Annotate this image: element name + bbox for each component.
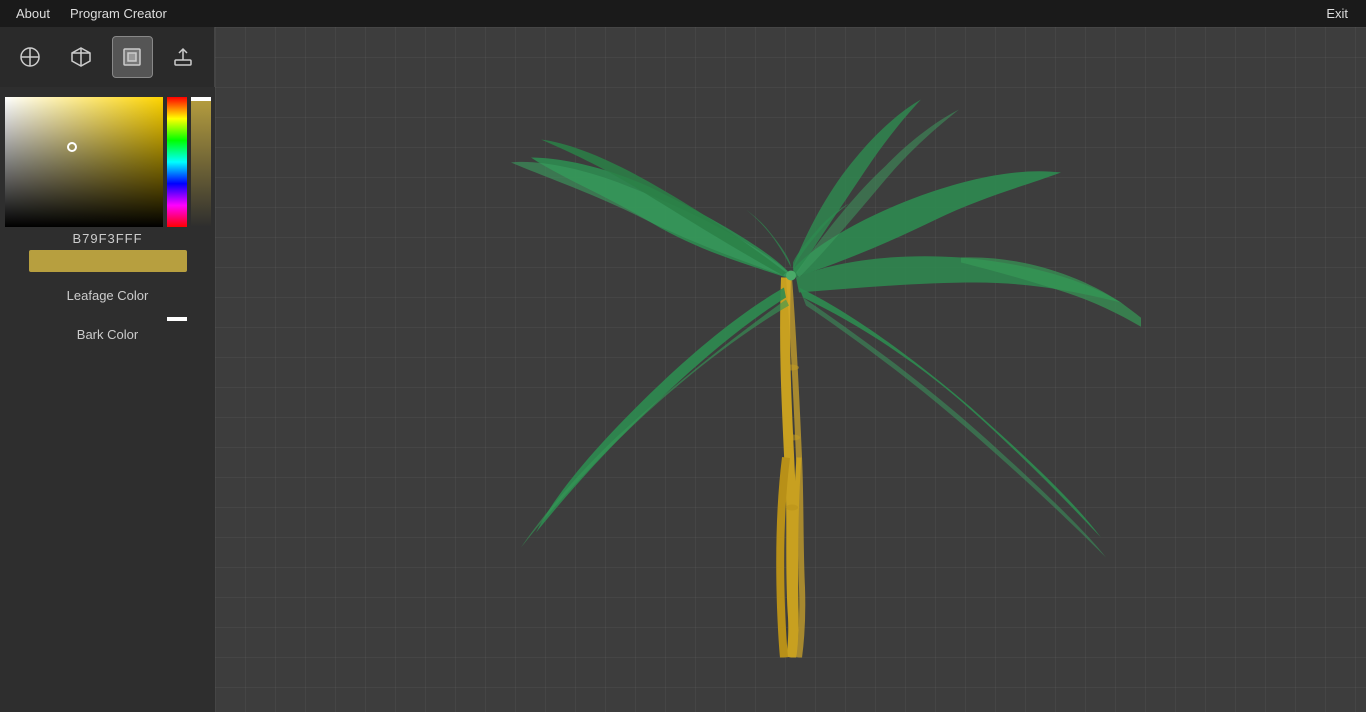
menu-bar: About Program Creator Exit bbox=[0, 0, 1366, 27]
toolbar bbox=[0, 27, 215, 87]
bark-color-label[interactable]: Bark Color bbox=[13, 319, 203, 350]
color-gradient-square[interactable] bbox=[5, 97, 163, 227]
left-panel: B79F3FFF Leafage Color Bark Color bbox=[0, 87, 215, 712]
pin-tool-button[interactable] bbox=[10, 36, 51, 78]
opacity-slider[interactable] bbox=[191, 97, 211, 227]
3d-object-tool-button[interactable] bbox=[61, 36, 102, 78]
export-tool-button[interactable] bbox=[163, 36, 204, 78]
viewport[interactable] bbox=[215, 27, 1366, 712]
exit-button[interactable]: Exit bbox=[1318, 2, 1356, 25]
gradient-dark bbox=[5, 97, 163, 227]
hex-value-display: B79F3FFF bbox=[29, 227, 187, 250]
picker-row bbox=[5, 97, 211, 227]
menu-left: About Program Creator bbox=[10, 2, 173, 25]
color-picker: B79F3FFF bbox=[13, 97, 203, 272]
about-menu[interactable]: About bbox=[10, 2, 56, 25]
hue-slider[interactable] bbox=[167, 97, 187, 227]
hue-cursor bbox=[167, 317, 187, 321]
material-tool-button[interactable] bbox=[112, 36, 153, 78]
program-creator-menu[interactable]: Program Creator bbox=[64, 2, 173, 25]
leafage-color-label[interactable]: Leafage Color bbox=[13, 280, 203, 311]
palm-tree-render bbox=[441, 77, 1141, 662]
opacity-cursor bbox=[191, 97, 211, 101]
color-swatch[interactable] bbox=[29, 250, 187, 272]
